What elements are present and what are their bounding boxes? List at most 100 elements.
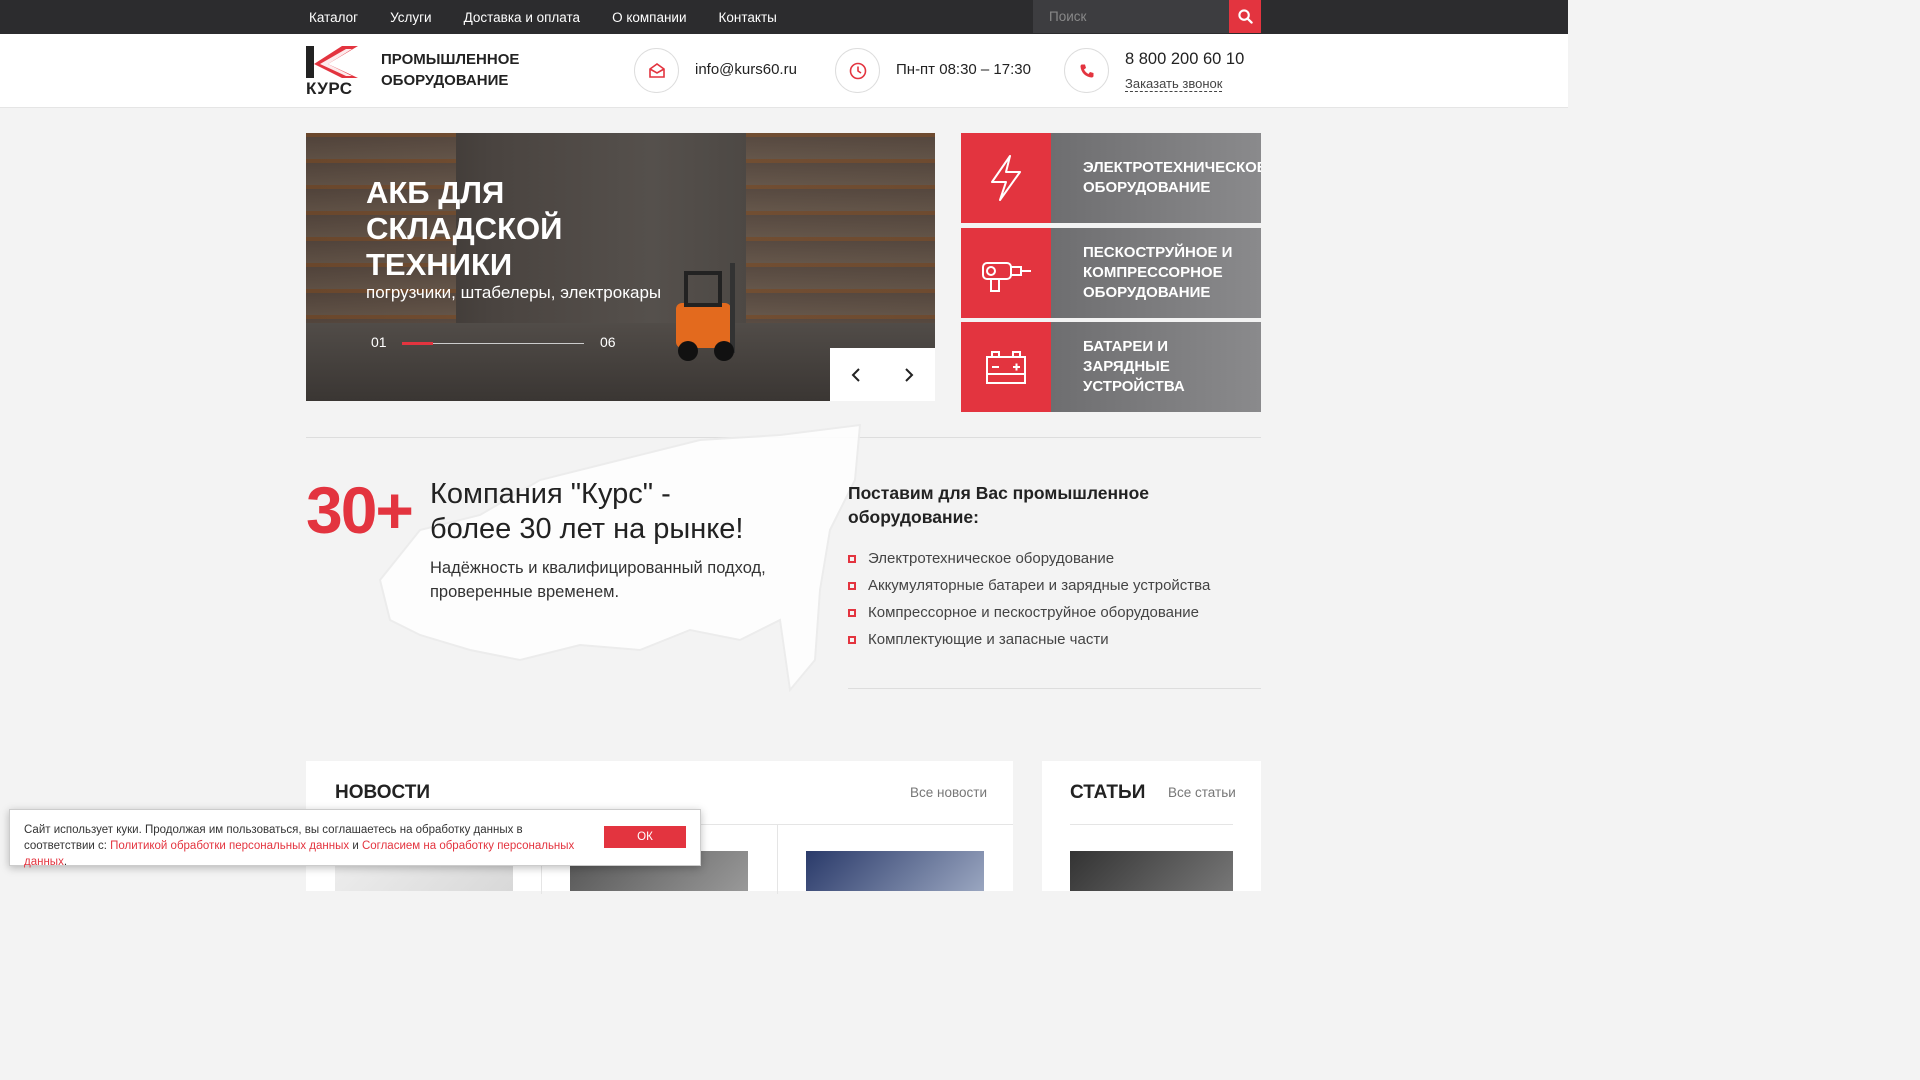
square-bullet-icon <box>848 554 856 563</box>
category-icon-box <box>961 322 1051 412</box>
news-thumbnail[interactable] <box>806 851 984 891</box>
category-tile-sandblast[interactable]: Пескоструйное и компрессорное оборудование <box>961 228 1261 318</box>
articles-section: СТАТЬИ Все статьи <box>1042 761 1261 891</box>
cookie-text: Сайт использует куки. Продолжая им польз… <box>24 822 594 870</box>
category-label-line: компрессорное <box>1083 264 1223 281</box>
site-header: КУРС ПРОМЫШЛЕННОЕ ОБОРУДОВАНИЕ info@kurs… <box>0 34 1568 108</box>
square-bullet-icon <box>848 608 856 617</box>
divider <box>777 824 778 894</box>
slide-progress <box>402 342 584 345</box>
list-item: Компрессорное и пескоструйное оборудован… <box>848 599 1210 626</box>
battery-icon <box>986 351 1026 384</box>
phone-icon <box>1080 64 1093 77</box>
list-item: Аккумуляторные батареи и зарядные устрой… <box>848 572 1210 599</box>
slide-title-line: складской <box>366 211 563 246</box>
category-icon-box <box>961 228 1051 318</box>
envelope-icon <box>648 62 665 78</box>
category-icon-box <box>961 133 1051 223</box>
clock-icon-circle <box>835 48 880 93</box>
nav-about[interactable]: О компании <box>612 10 686 25</box>
news-title: НОВОСТИ <box>335 782 431 803</box>
slide-title-line: техники <box>366 247 513 282</box>
list-item: Электротехническое оборудование <box>848 545 1210 572</box>
offer-heading-line: оборудование: <box>848 507 979 527</box>
years-number: 30+ <box>306 473 414 547</box>
nav-catalog[interactable]: Каталог <box>309 10 358 25</box>
square-bullet-icon <box>848 581 856 590</box>
slide-title: АКБ для складской техники <box>366 175 562 283</box>
slide-progress-fill <box>402 342 433 345</box>
search-button[interactable] <box>1229 0 1261 33</box>
category-tile-batteries[interactable]: Батареи и зарядные устройства <box>961 322 1261 412</box>
category-label-line: Пескоструйное и <box>1083 244 1233 261</box>
category-label: Электротехническое оборудование <box>1051 133 1261 223</box>
category-label-line: устройства <box>1083 378 1185 395</box>
slide-total: 06 <box>600 334 616 350</box>
callback-link[interactable]: Заказать звонок <box>1125 77 1223 92</box>
category-label-line: зарядные <box>1083 358 1170 375</box>
about-heading-line: Компания "Курс" - <box>430 478 671 510</box>
article-thumbnail[interactable] <box>1070 851 1233 891</box>
search-box <box>1033 0 1261 33</box>
about-text-line: Надёжность и квалифицированный подход, <box>430 559 766 577</box>
all-news-link[interactable]: Все новости <box>910 785 987 800</box>
email-icon-circle <box>634 48 679 93</box>
lightning-icon <box>991 155 1021 201</box>
top-bar: Каталог Услуги Доставка и оплата О компа… <box>0 0 1568 34</box>
header-email[interactable]: info@kurs60.ru <box>695 61 797 78</box>
square-bullet-icon <box>848 635 856 644</box>
offer-heading: Поставим для Вас промышленное оборудован… <box>848 481 1149 529</box>
header-tagline: ПРОМЫШЛЕННОЕ ОБОРУДОВАНИЕ <box>381 49 519 91</box>
about-text: Надёжность и квалифицированный подход, п… <box>430 556 766 604</box>
about-text-line: проверенные временем. <box>430 583 620 601</box>
nav-services[interactable]: Услуги <box>390 10 432 25</box>
search-input[interactable] <box>1033 0 1229 33</box>
privacy-policy-link[interactable]: Политикой обработки персональных данных <box>110 840 349 852</box>
offer-heading-line: Поставим для Вас промышленное <box>848 483 1150 503</box>
category-label-line: Электротехническое <box>1083 159 1261 176</box>
tagline-line: ОБОРУДОВАНИЕ <box>381 72 509 89</box>
search-icon <box>1237 9 1253 24</box>
offer-item-label: Комплектующие и запасные части <box>868 631 1109 648</box>
header-hours: Пн-пт 08:30 – 17:30 <box>896 61 1031 78</box>
category-label-line: Батареи и <box>1083 338 1169 355</box>
all-articles-link[interactable]: Все статьи <box>1168 785 1236 800</box>
slide-subtitle: погрузчики, штабелеры, электрокары <box>366 283 662 302</box>
divider <box>1070 824 1233 825</box>
nav-delivery[interactable]: Доставка и оплата <box>464 10 580 25</box>
category-label: Пескоструйное и компрессорное оборудование <box>1051 228 1261 318</box>
offer-item-label: Компрессорное и пескоструйное оборудован… <box>868 604 1200 621</box>
offer-item-label: Аккумуляторные батареи и зарядные устрой… <box>868 577 1211 594</box>
slide-title-line: АКБ для <box>366 175 505 210</box>
offer-list: Электротехническое оборудование Аккумуля… <box>848 545 1210 653</box>
cookie-text-dot: . <box>63 856 68 868</box>
cookie-banner: Сайт использует куки. Продолжая им польз… <box>9 809 701 868</box>
top-nav: Каталог Услуги Доставка и оплата О компа… <box>309 0 809 34</box>
hero-slider: АКБ для складской техники погрузчики, шт… <box>306 133 935 401</box>
chevron-left-icon <box>851 367 860 382</box>
chevron-right-icon <box>905 367 914 382</box>
category-label-line: оборудование <box>1083 179 1211 196</box>
slider-next-button[interactable] <box>883 348 936 401</box>
phone-icon-circle <box>1064 48 1109 93</box>
cookie-text-and: и <box>352 840 359 852</box>
category-label-line: оборудование <box>1083 284 1211 301</box>
category-tile-electrical[interactable]: Электротехническое оборудование <box>961 133 1261 223</box>
logo-text[interactable]: КУРС <box>306 79 353 99</box>
about-heading-line: более 30 лет на рынке! <box>430 513 744 545</box>
category-label: Батареи и зарядные устройства <box>1051 322 1261 412</box>
slider-arrows <box>830 348 935 401</box>
cookie-ok-button[interactable]: ОК <box>604 826 686 848</box>
forklift-icon <box>676 263 735 361</box>
nav-contacts[interactable]: Контакты <box>719 10 777 25</box>
slider-prev-button[interactable] <box>830 348 883 401</box>
list-item: Комплектующие и запасные части <box>848 626 1210 653</box>
offer-item-label: Электротехническое оборудование <box>868 550 1115 567</box>
header-phone[interactable]: 8 800 200 60 10 <box>1125 50 1244 69</box>
clock-icon <box>849 62 866 79</box>
sandblaster-icon <box>982 262 1031 292</box>
divider <box>848 688 1261 689</box>
tagline-line: ПРОМЫШЛЕННОЕ <box>381 51 520 68</box>
slide-current: 01 <box>371 334 387 350</box>
about-heading: Компания "Курс" - более 30 лет на рынке! <box>430 477 743 547</box>
